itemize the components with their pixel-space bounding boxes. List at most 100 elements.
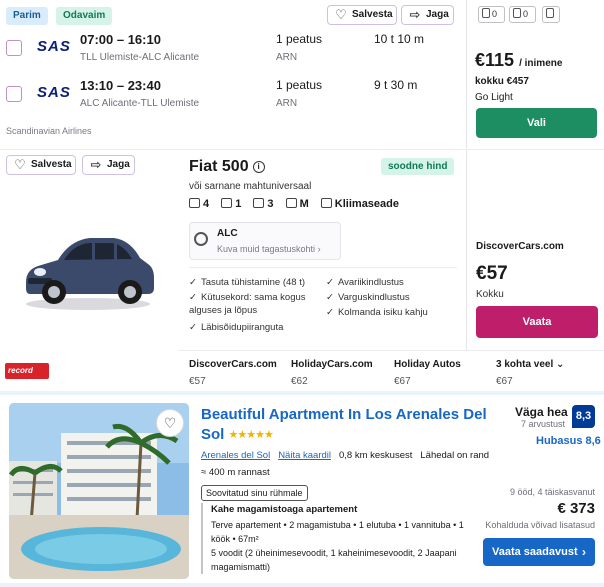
carry-on-badge: 0 <box>509 6 536 23</box>
seats-count: 4 <box>203 198 210 210</box>
ticket-icon <box>546 8 554 18</box>
bags-spec: 1 <box>221 198 241 210</box>
door-icon <box>253 198 265 208</box>
hotel-result-card[interactable]: ♡ Beautiful Apartment In Los Arenales De… <box>0 391 604 587</box>
best-tag: Parim <box>6 7 48 25</box>
provider-name: DiscoverCars.com <box>476 241 564 252</box>
save-label: Salvesta <box>31 159 72 170</box>
provider-option[interactable]: HolidayCars.com €62 <box>291 359 373 387</box>
bags-count: 1 <box>235 198 242 210</box>
see-availability-label: Vaata saadavust <box>492 546 578 558</box>
car-price: €57 <box>476 263 508 284</box>
personal-item-count: 0 <box>492 9 498 19</box>
carry-on-count: 0 <box>523 9 529 19</box>
wishlist-heart-icon[interactable]: ♡ <box>156 409 184 437</box>
fare-name: Go Light <box>475 92 513 103</box>
leg-route: ALC Alicante-TLL Ulemiste <box>80 98 200 109</box>
share-label: Jaga <box>107 159 130 170</box>
review-count[interactable]: 7 arvustust <box>521 419 565 429</box>
feature-unlimited-mileage: Läbisõidupiiranguta <box>189 321 283 334</box>
pickup-code: ALC <box>217 228 238 239</box>
gearshift-icon <box>285 198 297 208</box>
see-availability-button[interactable]: Vaata saadavust › <box>483 538 595 566</box>
doors-count: 3 <box>267 198 274 210</box>
star-rating-icon: ★★★★★ <box>228 429 274 441</box>
location-pin-icon <box>194 232 208 246</box>
select-checkbox[interactable] <box>6 86 22 102</box>
pickup-location[interactable]: ALC Kuva muid tagastuskohti › <box>189 222 341 260</box>
leg-duration: 9 t 30 m <box>374 78 418 92</box>
hotel-price: € 373 <box>557 500 595 517</box>
personal-bag-icon <box>482 8 490 18</box>
rating-word: Väga hea <box>515 405 568 419</box>
leg-times: 13:10 – 23:40 <box>80 78 161 93</box>
chevron-down-icon: ⌄ <box>556 359 565 370</box>
flight-details: Parim Odavaim ♡ Salvesta ⇨ Jaga SAS 07:0… <box>0 0 466 148</box>
chevron-right-icon: › <box>317 244 321 254</box>
area-link[interactable]: Arenales del Sol <box>201 450 270 461</box>
share-icon: ⇨ <box>90 157 102 172</box>
hotel-title[interactable]: Beautiful Apartment In Los Arenales Del … <box>201 405 506 445</box>
review-score-badge: 8,3 <box>572 405 595 428</box>
hotel-card-body: ♡ Beautiful Apartment In Los Arenales De… <box>0 395 604 583</box>
feature-theft-insurance: Varguskindlustus <box>326 291 410 304</box>
person-icon <box>189 198 200 208</box>
save-label: Salvesta <box>352 9 393 20</box>
leg-duration: 10 t 10 m <box>374 32 425 46</box>
other-providers: DiscoverCars.com €57 HolidayCars.com €62 H… <box>178 350 604 392</box>
provider-option-price: €67 <box>394 376 411 387</box>
seats-spec: 4 <box>189 198 209 210</box>
car-rental-card[interactable]: ♡ Salvesta ⇨ Jaga Fiat 500 i soodne hind … <box>0 149 604 391</box>
fare-info-badge <box>542 6 560 23</box>
car-specs: 4 1 3 M Kliimaseade <box>189 198 408 214</box>
share-button[interactable]: ⇨ Jaga <box>401 5 454 25</box>
divider <box>189 267 457 268</box>
save-button[interactable]: ♡ Salvesta <box>327 5 397 25</box>
view-deal-button[interactable]: Vaata <box>476 306 598 338</box>
info-icon[interactable]: i <box>252 161 265 173</box>
share-icon: ⇨ <box>409 7 421 22</box>
airline-logo: SAS <box>37 84 71 101</box>
good-price-badge: soodne hind <box>381 158 455 175</box>
hotel-location-line: Arenales del Sol Näita kaardil 0,8 km kesk… <box>201 450 497 461</box>
provider-option[interactable]: DiscoverCars.com €57 <box>189 359 277 387</box>
carry-on-icon <box>513 8 521 18</box>
transmission-value: M <box>299 198 309 210</box>
provider-option-name: HolidayCars.com <box>291 359 373 370</box>
flight-result-card[interactable]: Parim Odavaim ♡ Salvesta ⇨ Jaga SAS 07:0… <box>0 0 604 148</box>
suitcase-icon <box>221 198 233 208</box>
provider-option[interactable]: Holiday Autos €67 <box>394 359 461 387</box>
leg-route: TLL Ulemiste-ALC Alicante <box>80 52 200 63</box>
other-dropoff-link[interactable]: Kuva muid tagastuskohti › <box>217 244 321 254</box>
beach-distance: ≈ 400 m rannast <box>201 467 270 478</box>
beach-nearby: Lähedal on rand <box>420 450 490 461</box>
stay-summary: 9 ööd, 4 täiskasvanut <box>509 487 595 497</box>
save-button[interactable]: ♡ Salvesta <box>6 155 76 175</box>
more-providers-label: 3 kohta veel <box>496 359 554 370</box>
snowflake-icon <box>320 198 332 208</box>
group-recommendation-badge: Soovitatud sinu rühmale <box>201 485 308 501</box>
price-per-person: €115 / inimene <box>475 50 562 71</box>
share-button[interactable]: ⇨ Jaga <box>82 155 135 175</box>
show-on-map-link[interactable]: Näita kaardil <box>278 450 331 461</box>
room-info: Kahe magamistoaga apartement Terve apart… <box>201 503 471 574</box>
provider-option-price: €57 <box>189 376 206 387</box>
heart-icon: ♡ <box>335 7 347 22</box>
leg-stops: 1 peatus <box>276 78 323 92</box>
more-providers-dropdown[interactable]: 3 kohta veel ⌄ €67 <box>496 359 564 387</box>
leg-via: ARN <box>276 52 298 63</box>
room-beds: 5 voodit (2 üheinimesevoodit, 1 kaheinim… <box>211 548 457 572</box>
feature-liability: Kolmanda isiku kahju <box>326 306 428 319</box>
price-note: Kokku <box>476 289 504 300</box>
select-checkbox[interactable] <box>6 40 22 56</box>
agency-logo: record <box>5 363 49 379</box>
outbound-leg: SAS 07:00 – 16:10 TLL Ulemiste-ALC Alica… <box>0 30 466 74</box>
car-model: Fiat 500 <box>189 158 249 175</box>
ac-value: Kliimaseade <box>334 198 399 210</box>
provider-option-price: €67 <box>496 376 513 387</box>
wave-icon: ≈ <box>201 467 207 478</box>
chevron-right-icon: › <box>582 545 586 559</box>
tax-note: Kohalduda võivad lisatasud <box>485 520 595 530</box>
heart-icon: ♡ <box>14 157 26 172</box>
select-button[interactable]: Vali <box>476 108 597 138</box>
